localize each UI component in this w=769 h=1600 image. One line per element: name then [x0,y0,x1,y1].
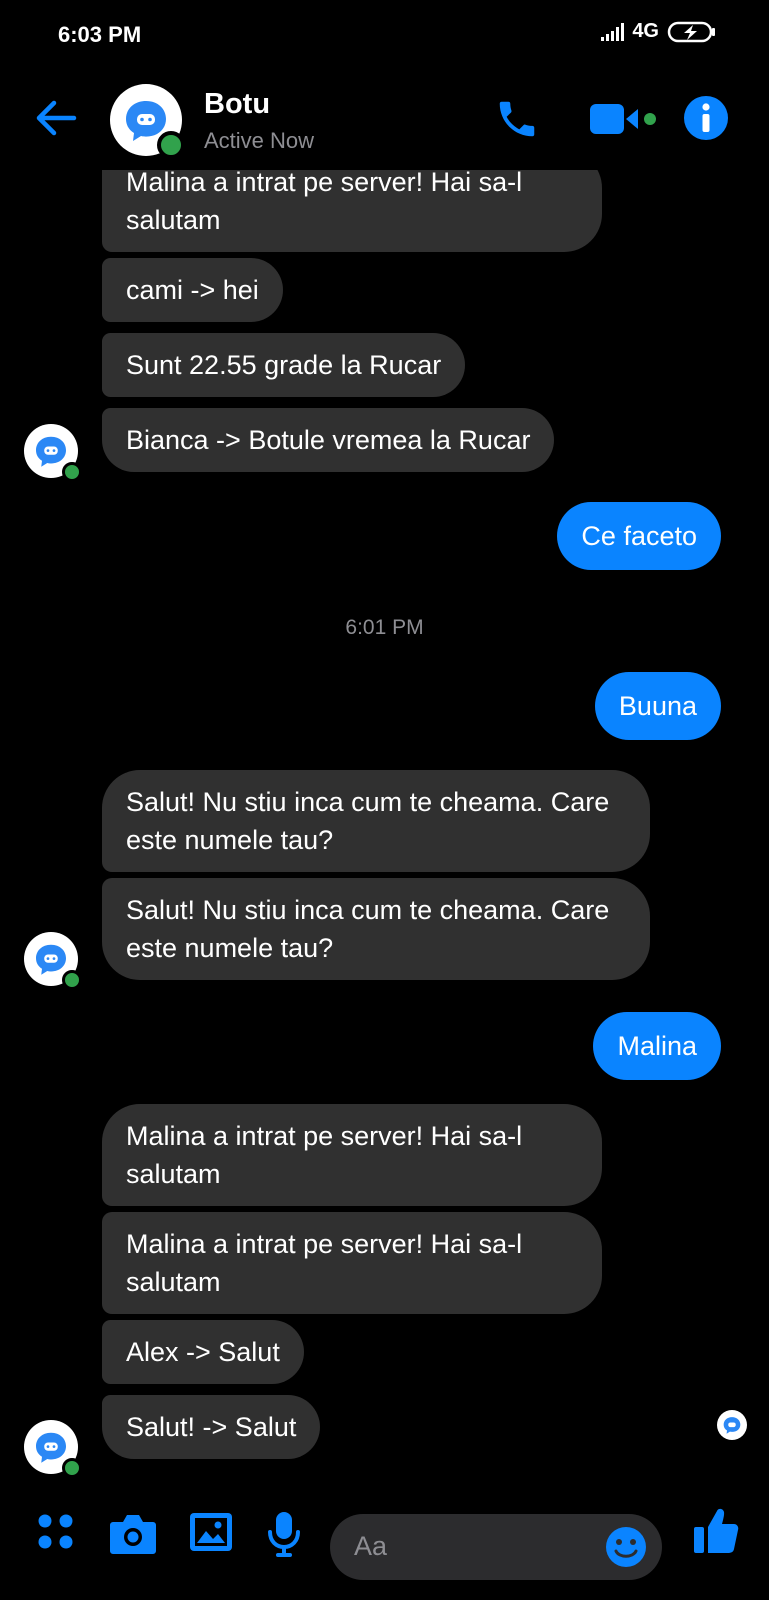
outgoing-message[interactable]: Ce faceto [557,502,721,570]
incoming-message[interactable]: Salut! -> Salut [102,1395,321,1459]
network-type: 4G [632,20,659,42]
info-icon[interactable] [682,94,730,142]
contact-status: Active Now [204,128,315,153]
message-list[interactable]: Malina a intrat pe server! Hai sa-l salu… [0,170,769,1480]
online-indicator [62,970,82,990]
emoji-icon[interactable] [604,1525,648,1569]
microphone-icon[interactable] [266,1510,302,1558]
incoming-message[interactable]: Salut! Nu stiu inca cum te cheama. Care … [102,770,650,872]
contact-name: Botu [204,88,271,120]
signal-icon [601,22,625,41]
apps-grid-icon[interactable] [34,1510,78,1554]
thumbs-up-icon[interactable] [692,1506,740,1556]
message-input[interactable]: Aa [330,1514,662,1580]
back-arrow-icon[interactable] [30,96,80,140]
bot-avatar[interactable] [24,1420,82,1478]
incoming-message[interactable]: Malina a intrat pe server! Hai sa-l salu… [102,170,602,252]
online-indicator [157,131,185,159]
status-bar: 6:03 PM 4G [0,0,769,70]
seen-indicator [717,1410,747,1440]
incoming-message[interactable]: Malina a intrat pe server! Hai sa-l salu… [102,1104,602,1206]
online-indicator [62,1458,82,1478]
incoming-message[interactable]: Alex -> Salut [102,1320,304,1384]
incoming-message[interactable]: Bianca -> Botule vremea la Rucar [102,408,555,472]
bot-avatar[interactable] [24,932,82,990]
bot-avatar[interactable] [24,424,82,482]
timestamp: 6:01 PM [345,616,424,639]
camera-icon[interactable] [108,1510,158,1556]
incoming-message[interactable]: Sunt 22.55 grade la Rucar [102,333,466,397]
message-input-placeholder: Aa [354,1531,388,1561]
outgoing-message[interactable]: Buuna [594,672,721,740]
incoming-message[interactable]: Salut! Nu stiu inca cum te cheama. Care … [102,878,650,980]
incoming-message[interactable]: cami -> hei [102,258,283,322]
status-time: 6:03 PM [58,22,142,47]
conversation-header: Botu Active Now [0,70,769,170]
status-indicators: 4G [601,20,717,43]
incoming-message[interactable]: Malina a intrat pe server! Hai sa-l salu… [102,1212,602,1314]
gallery-icon[interactable] [188,1510,234,1554]
contact-avatar[interactable] [110,84,185,159]
phone-icon[interactable] [494,94,540,144]
bot-avatar-icon [723,1417,741,1434]
video-icon[interactable] [588,94,662,144]
message-composer: Aa [0,1480,769,1600]
battery-charging-icon [667,21,715,42]
outgoing-message[interactable]: Malina [593,1012,721,1080]
online-indicator [62,462,82,482]
